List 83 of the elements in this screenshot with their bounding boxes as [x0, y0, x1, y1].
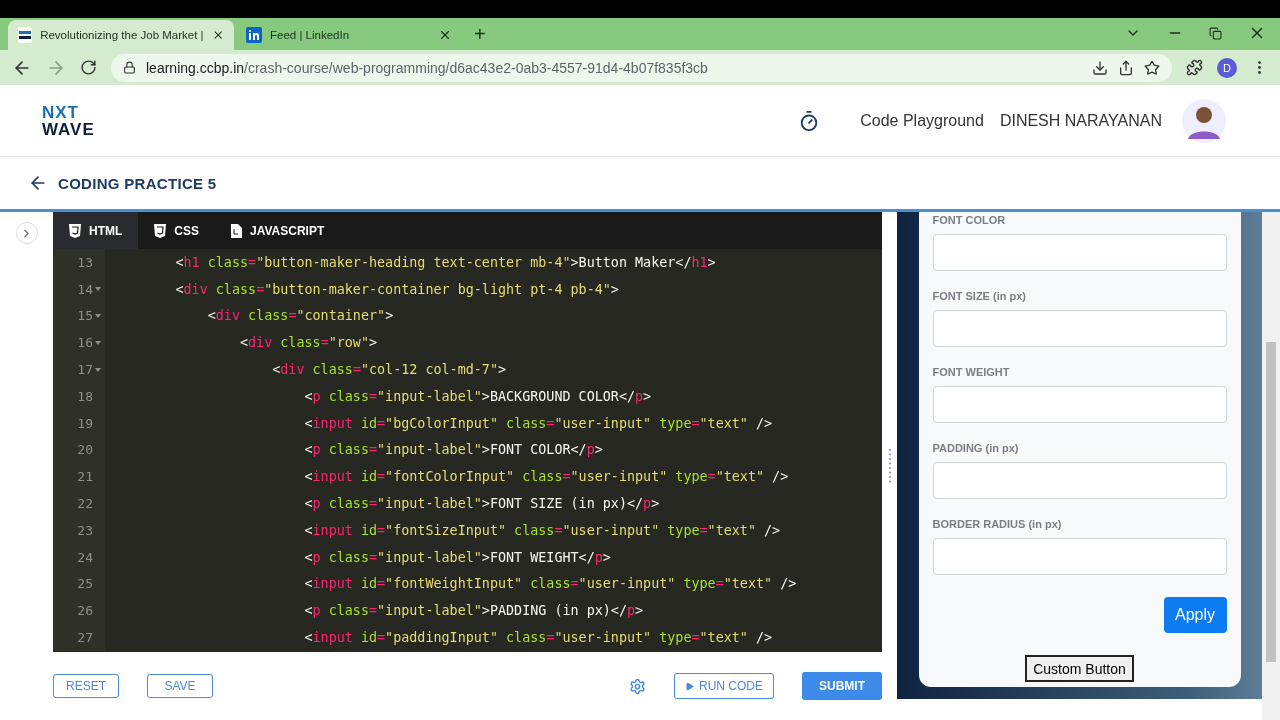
field-label: FONT COLOR: [932, 214, 1007, 226]
line-number: 19: [77, 415, 93, 431]
settings-icon[interactable]: [629, 677, 646, 695]
code-line: <div class="container">: [206, 308, 394, 324]
editor-tab[interactable]: HTML: [53, 212, 139, 249]
apply-button[interactable]: Apply: [1163, 597, 1227, 633]
editor-tab[interactable]: JAVASCRIPT: [215, 212, 341, 249]
code-line: <h1 class="button-maker-heading text-center mb-4">Button Maker</h1>: [174, 254, 716, 270]
line-number: 18: [77, 388, 93, 404]
address-bar[interactable]: learning.ccbp.in/crash-course/web-programming/d6ac43e2-0ab3-4557-91d4-4b07f835f3cb: [111, 53, 1172, 82]
code-line: <p class="input-label">FONT COLOR</p>: [303, 442, 603, 458]
play-icon: [685, 681, 694, 691]
line-number: 24: [77, 549, 93, 565]
logo: NXT WAVE: [42, 103, 95, 138]
save-button[interactable]: SAVE: [147, 674, 213, 698]
input-field[interactable]: [932, 538, 1227, 575]
line-number: 26: [77, 603, 93, 619]
input-field[interactable]: [932, 234, 1227, 271]
code-line: <input id="fontColorInput" class="user-input" type="text" />: [303, 469, 789, 485]
line-number: 13: [77, 254, 93, 270]
code-line: <p class="input-label">PADDING (in px)</p>: [303, 603, 644, 619]
reset-button[interactable]: RESET: [53, 674, 119, 698]
new-tab-button[interactable]: +: [464, 23, 496, 50]
expand-button[interactable]: [15, 222, 38, 244]
code-playground-link[interactable]: Code Playground: [860, 111, 984, 130]
line-number: 14: [77, 281, 93, 297]
browser-tab[interactable]: Feed | LinkedIn: [236, 20, 462, 50]
code-line: <div class="button-maker-container bg-light pt-4 pb-4">: [174, 281, 619, 297]
linkedin-icon: [246, 27, 262, 43]
line-number: 17: [77, 362, 93, 378]
line-number: 16: [77, 335, 93, 351]
lock-icon: [123, 61, 136, 74]
line-number: 23: [77, 522, 93, 538]
code-line: <input id="paddingInput" class="user-input" type="text" />: [303, 630, 773, 646]
line-number: 27: [77, 630, 93, 646]
user-name: DINESH NARAYANAN: [999, 111, 1162, 130]
shield-icon: [154, 223, 167, 238]
code-line: <div class="col-12 col-md-7">: [271, 362, 507, 378]
install-icon[interactable]: [1092, 59, 1108, 76]
input-field[interactable]: [932, 462, 1227, 499]
field-label: FONT WEIGHT: [932, 366, 1011, 378]
code-line: <input id="fontSizeInput" class="user-input" type="text" />: [303, 522, 781, 538]
avatar[interactable]: [1182, 98, 1226, 143]
editor-tab[interactable]: CSS: [138, 212, 215, 249]
scrollbar[interactable]: [1262, 212, 1280, 720]
code-line: <p class="input-label">FONT WEIGHT</p>: [303, 549, 611, 565]
page-title: CODING PRACTICE 5: [58, 174, 217, 192]
line-number: 22: [77, 496, 93, 512]
custom-button[interactable]: Custom Button: [1025, 655, 1134, 682]
fold-icon[interactable]: [95, 339, 101, 346]
close-icon[interactable]: [438, 28, 452, 42]
extensions-icon[interactable]: [1186, 59, 1203, 76]
fold-icon[interactable]: [95, 366, 101, 373]
field-label: FONT SIZE (in px): [932, 290, 1027, 302]
line-number: 21: [77, 469, 93, 485]
input-field[interactable]: [932, 310, 1227, 347]
browser-tab[interactable]: Revolutionizing the Job Market |: [8, 20, 234, 50]
site-icon: [18, 27, 33, 43]
code-line: <div class="row">: [239, 335, 378, 351]
fold-icon[interactable]: [95, 313, 101, 319]
fold-icon[interactable]: [95, 286, 101, 293]
shield-icon: [69, 223, 81, 238]
run-code-button[interactable]: RUN CODE: [674, 673, 774, 699]
bookmark-icon[interactable]: [1144, 59, 1160, 76]
line-number: 25: [77, 576, 93, 592]
drag-handle-icon[interactable]: [887, 448, 892, 484]
url-path: /crash-course/web-programming/d6ac43e2-0ab3-4557-91d4-4b07f835f3cb: [244, 59, 708, 76]
code-line: <p class="input-label">BACKGROUND COLOR</p>: [303, 388, 652, 404]
code-line: <input id="bgColorInput" class="user-input" type="text" />: [303, 415, 773, 431]
file-icon: [231, 223, 242, 238]
line-number: 15: [77, 308, 93, 324]
restore-icon[interactable]: [1209, 26, 1222, 40]
field-label: PADDING (in px): [932, 442, 1020, 454]
code-line: <input id="fontWeightInput" class="user-input" type="text" />: [303, 576, 797, 592]
share-icon[interactable]: [1118, 59, 1134, 76]
submit-button[interactable]: SUBMIT: [802, 672, 882, 700]
input-field[interactable]: [932, 386, 1227, 423]
profile-avatar[interactable]: D: [1217, 57, 1237, 78]
url-host: learning.ccbp.in: [146, 59, 245, 76]
code-line: <p class="input-label">FONT SIZE (in px)</p>: [303, 496, 660, 512]
field-label: BORDER RADIUS (in px): [932, 518, 1063, 530]
line-number: 20: [77, 442, 93, 458]
reload-icon[interactable]: [80, 59, 97, 76]
